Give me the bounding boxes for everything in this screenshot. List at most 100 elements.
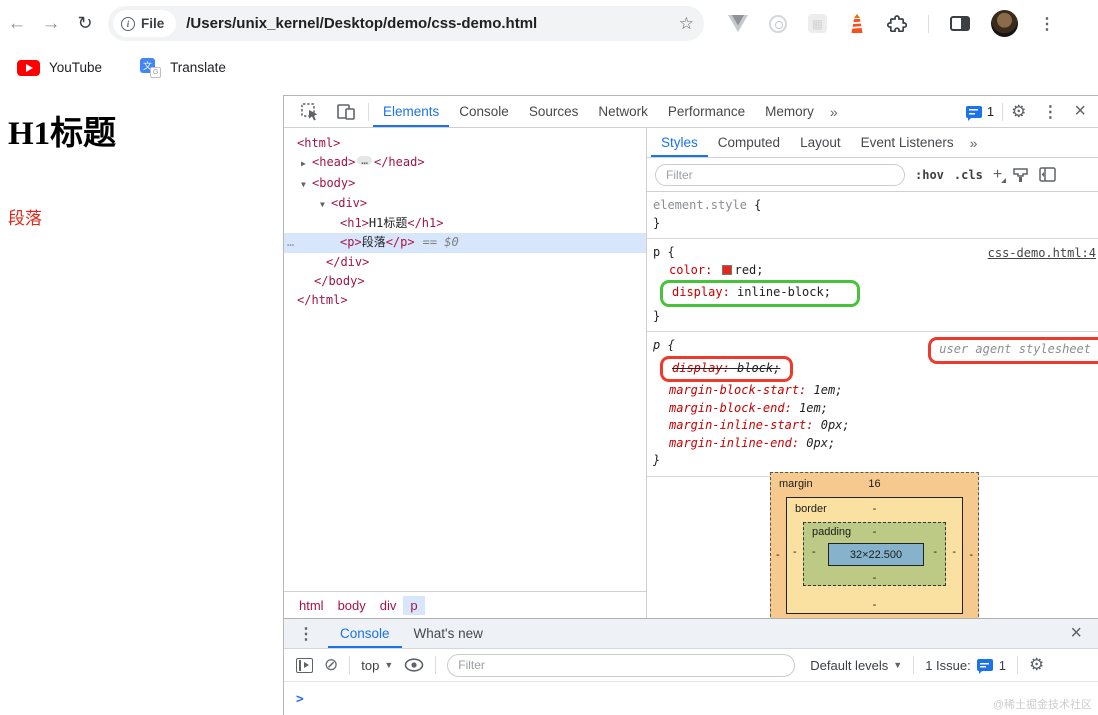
url-bar[interactable]: i File /Users/unix_kernel/Desktop/demo/c… bbox=[108, 6, 704, 41]
tab-performance[interactable]: Performance bbox=[658, 96, 755, 127]
tab-elements[interactable]: Elements bbox=[373, 96, 449, 127]
collapsed-ellipsis[interactable]: … bbox=[357, 156, 372, 165]
extensions-row: ▦ ⋮ bbox=[728, 10, 1055, 37]
rendered-page: H1标题 段落 bbox=[0, 88, 283, 715]
row-more-icon[interactable]: … bbox=[287, 233, 295, 252]
drawer-tab-whats-new[interactable]: What's new bbox=[402, 619, 495, 648]
expand-arrow-icon[interactable]: ▶ bbox=[301, 154, 312, 173]
computed-panel-toggle-icon[interactable] bbox=[1039, 167, 1056, 182]
tree-row-body-close[interactable]: </body> bbox=[284, 272, 646, 291]
bookmark-youtube[interactable]: YouTube bbox=[17, 60, 102, 76]
css-property-display[interactable]: display: inline-block; bbox=[653, 279, 1088, 308]
side-panel-icon[interactable] bbox=[950, 16, 970, 31]
console-drawer: ⋮ Console What's new × ⊘ top▼ Default le… bbox=[284, 618, 1098, 715]
more-tabs-icon[interactable]: » bbox=[824, 104, 844, 120]
box-model-margin[interactable]: margin 16 - - border - - - - padding - -… bbox=[770, 472, 979, 618]
bookmark-star-icon[interactable]: ☆ bbox=[679, 14, 694, 34]
forward-icon[interactable]: → bbox=[34, 13, 68, 35]
toolbar-separator bbox=[913, 656, 914, 674]
tab-memory[interactable]: Memory bbox=[755, 96, 824, 127]
color-swatch[interactable] bbox=[722, 265, 732, 275]
log-levels-selector[interactable]: Default levels▼ bbox=[810, 658, 902, 673]
tab-styles[interactable]: Styles bbox=[651, 128, 708, 157]
extensions-puzzle-icon[interactable] bbox=[887, 14, 907, 34]
console-prompt[interactable]: > bbox=[284, 682, 1098, 707]
class-toggle-button[interactable]: .cls bbox=[954, 168, 983, 182]
drawer-tab-console[interactable]: Console bbox=[328, 619, 402, 648]
styles-filter-input[interactable] bbox=[655, 164, 905, 186]
console-settings-icon[interactable]: ⚙ bbox=[1029, 655, 1044, 675]
console-filter-input[interactable] bbox=[447, 654, 795, 677]
vue-devtools-icon[interactable] bbox=[728, 15, 748, 32]
bookmark-translate[interactable]: 文 G Translate bbox=[140, 58, 226, 78]
browser-menu-icon[interactable]: ⋮ bbox=[1039, 14, 1055, 34]
rendering-brush-icon[interactable] bbox=[1012, 167, 1029, 183]
file-scheme-chip[interactable]: i File bbox=[113, 10, 176, 37]
new-style-rule-icon[interactable]: + bbox=[993, 166, 1002, 184]
devtools-close-icon[interactable]: × bbox=[1066, 100, 1098, 123]
tab-event-listeners[interactable]: Event Listeners bbox=[851, 128, 964, 157]
more-sidebar-tabs-icon[interactable]: » bbox=[964, 135, 984, 151]
css-property-margin-inline-start[interactable]: margin-inline-start: 0px; bbox=[653, 417, 1088, 435]
css-property-margin-block-start[interactable]: margin-block-start: 1em; bbox=[653, 382, 1088, 400]
drawer-close-icon[interactable]: × bbox=[1070, 622, 1088, 645]
tab-layout[interactable]: Layout bbox=[790, 128, 851, 157]
breadcrumb-html[interactable]: html bbox=[292, 596, 331, 615]
tab-sources[interactable]: Sources bbox=[519, 96, 589, 127]
issues-icon bbox=[966, 106, 982, 118]
back-icon[interactable]: ← bbox=[0, 13, 34, 35]
user-agent-stylesheet-label: user agent stylesheet bbox=[928, 337, 1098, 364]
issues-button[interactable]: 1 bbox=[958, 104, 1002, 119]
info-icon[interactable]: i bbox=[121, 17, 135, 31]
issues-icon bbox=[977, 659, 993, 671]
tree-row-head[interactable]: ▶<head>…</head> bbox=[284, 153, 646, 173]
tab-console[interactable]: Console bbox=[449, 96, 519, 127]
profile-avatar[interactable] bbox=[991, 10, 1018, 37]
css-rule-authored[interactable]: css-demo.html:4 p { color: red; display:… bbox=[647, 239, 1098, 332]
breadcrumb-div[interactable]: div bbox=[373, 596, 404, 615]
tree-row-body[interactable]: ▼<body> bbox=[284, 174, 646, 194]
css-rule-user-agent[interactable]: user agent stylesheet p { display: block… bbox=[647, 332, 1098, 477]
css-property-color[interactable]: color: red; bbox=[653, 262, 1088, 280]
extension-grid-icon[interactable]: ▦ bbox=[808, 14, 827, 33]
context-selector[interactable]: top▼ bbox=[361, 658, 393, 673]
css-property-margin-inline-end[interactable]: margin-inline-end: 0px; bbox=[653, 435, 1088, 453]
collapse-arrow-icon[interactable]: ▼ bbox=[320, 195, 331, 214]
tab-network[interactable]: Network bbox=[588, 96, 658, 127]
devtools-menu-icon[interactable]: ⋮ bbox=[1034, 102, 1066, 122]
stylesheet-source-link[interactable]: css-demo.html:4 bbox=[988, 245, 1096, 263]
lighthouse-icon[interactable] bbox=[848, 14, 866, 34]
margin-top-value[interactable]: 16 bbox=[771, 478, 978, 490]
box-model-padding[interactable]: padding - - - - 32×22.500 bbox=[803, 522, 946, 586]
clear-console-icon[interactable]: ⊘ bbox=[324, 655, 338, 675]
settings-gear-icon[interactable]: ⚙ bbox=[1003, 102, 1034, 122]
console-toolbar: ⊘ top▼ Default levels▼ 1 Issue: 1 ⚙ bbox=[284, 649, 1098, 682]
elements-tree-pane: <html> ▶<head>…</head> ▼<body> ▼<div> <h… bbox=[284, 128, 646, 618]
element-style-section[interactable]: element.style { } bbox=[647, 192, 1098, 239]
url-text[interactable]: /Users/unix_kernel/Desktop/demo/css-demo… bbox=[186, 15, 678, 32]
tree-row-html[interactable]: <html> bbox=[284, 134, 646, 153]
css-property-margin-block-end[interactable]: margin-block-end: 1em; bbox=[653, 400, 1088, 418]
issues-counter[interactable]: 1 Issue: 1 bbox=[925, 658, 1006, 673]
box-model-border[interactable]: border - - - - padding - - - - 32×22.500 bbox=[786, 497, 963, 614]
reload-icon[interactable]: ↻ bbox=[68, 13, 102, 34]
live-expression-eye-icon[interactable] bbox=[404, 658, 424, 672]
devtools-panel: Elements Console Sources Network Perform… bbox=[283, 95, 1098, 715]
tree-row-h1[interactable]: <h1>H1标题</h1> bbox=[284, 214, 646, 233]
breadcrumb-p[interactable]: p bbox=[403, 596, 424, 615]
box-model-content[interactable]: 32×22.500 bbox=[828, 543, 924, 566]
prompt-chevron-icon: > bbox=[296, 692, 304, 707]
collapse-arrow-icon[interactable]: ▼ bbox=[301, 175, 312, 194]
extension-circle-icon[interactable] bbox=[769, 15, 787, 33]
device-toolbar-icon[interactable] bbox=[328, 103, 364, 121]
console-sidebar-icon[interactable] bbox=[296, 658, 313, 673]
inspect-element-icon[interactable] bbox=[292, 102, 328, 122]
tree-row-div[interactable]: ▼<div> bbox=[284, 194, 646, 214]
tree-row-p-selected[interactable]: …<p>段落</p>== $0 bbox=[284, 233, 646, 252]
tab-computed[interactable]: Computed bbox=[708, 128, 790, 157]
breadcrumb-body[interactable]: body bbox=[331, 596, 373, 615]
tree-row-html-close[interactable]: </html> bbox=[284, 291, 646, 310]
drawer-menu-icon[interactable]: ⋮ bbox=[294, 624, 328, 644]
pseudo-state-button[interactable]: :hov bbox=[915, 168, 944, 182]
tree-row-div-close[interactable]: </div> bbox=[284, 253, 646, 272]
